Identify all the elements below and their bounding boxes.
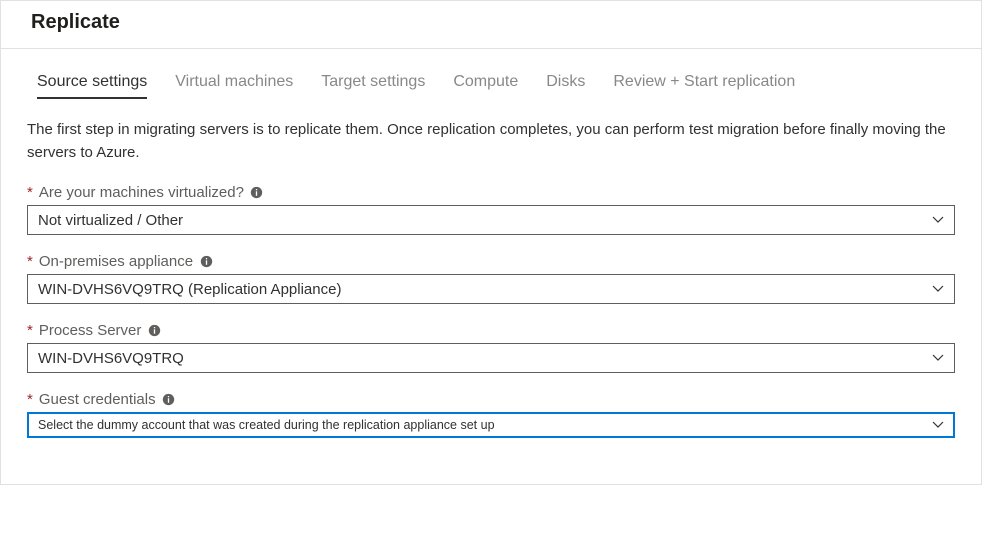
tab-source-settings[interactable]: Source settings	[37, 73, 147, 99]
dropdown-appliance[interactable]: WIN-DVHS6VQ9TRQ (Replication Appliance)	[27, 274, 955, 304]
tab-review-start[interactable]: Review + Start replication	[613, 73, 795, 99]
field-process-server: * Process Server WIN-DVHS6VQ9TRQ	[27, 322, 955, 373]
tab-compute[interactable]: Compute	[453, 73, 518, 99]
field-virtualized: * Are your machines virtualized? Not vir…	[27, 184, 955, 235]
intro-text: The first step in migrating servers is t…	[27, 119, 955, 164]
required-asterisk: *	[27, 253, 33, 270]
tab-target-settings[interactable]: Target settings	[321, 73, 425, 99]
chevron-down-icon	[932, 216, 944, 224]
dropdown-virtualized[interactable]: Not virtualized / Other	[27, 205, 955, 235]
dropdown-value: WIN-DVHS6VQ9TRQ	[38, 350, 184, 367]
field-virtualized-label: * Are your machines virtualized?	[27, 184, 955, 201]
field-guest-credentials: * Guest credentials Select the dummy acc…	[27, 391, 955, 438]
chevron-down-icon	[932, 354, 944, 362]
tabs: Source settings Virtual machines Target …	[27, 73, 955, 99]
tab-disks[interactable]: Disks	[546, 73, 585, 99]
dropdown-process-server[interactable]: WIN-DVHS6VQ9TRQ	[27, 343, 955, 373]
panel-body: Source settings Virtual machines Target …	[1, 49, 981, 484]
chevron-down-icon	[932, 285, 944, 293]
label-text: On-premises appliance	[39, 253, 193, 270]
panel-header: Replicate	[1, 1, 981, 49]
tab-virtual-machines[interactable]: Virtual machines	[175, 73, 293, 99]
label-text: Process Server	[39, 322, 142, 339]
required-asterisk: *	[27, 391, 33, 408]
replicate-panel: Replicate Source settings Virtual machin…	[0, 0, 982, 485]
field-process-server-label: * Process Server	[27, 322, 955, 339]
dropdown-value: Select the dummy account that was create…	[38, 418, 495, 432]
page-title: Replicate	[31, 11, 951, 34]
field-appliance: * On-premises appliance WIN-DVHS6VQ9TRQ …	[27, 253, 955, 304]
chevron-down-icon	[932, 421, 944, 429]
field-appliance-label: * On-premises appliance	[27, 253, 955, 270]
dropdown-value: Not virtualized / Other	[38, 212, 183, 229]
label-text: Guest credentials	[39, 391, 156, 408]
info-icon[interactable]	[147, 324, 161, 338]
dropdown-value: WIN-DVHS6VQ9TRQ (Replication Appliance)	[38, 281, 341, 298]
label-text: Are your machines virtualized?	[39, 184, 244, 201]
info-icon[interactable]	[162, 393, 176, 407]
info-icon[interactable]	[199, 255, 213, 269]
required-asterisk: *	[27, 322, 33, 339]
dropdown-guest-credentials[interactable]: Select the dummy account that was create…	[27, 412, 955, 438]
required-asterisk: *	[27, 184, 33, 201]
field-guest-credentials-label: * Guest credentials	[27, 391, 955, 408]
info-icon[interactable]	[250, 186, 264, 200]
